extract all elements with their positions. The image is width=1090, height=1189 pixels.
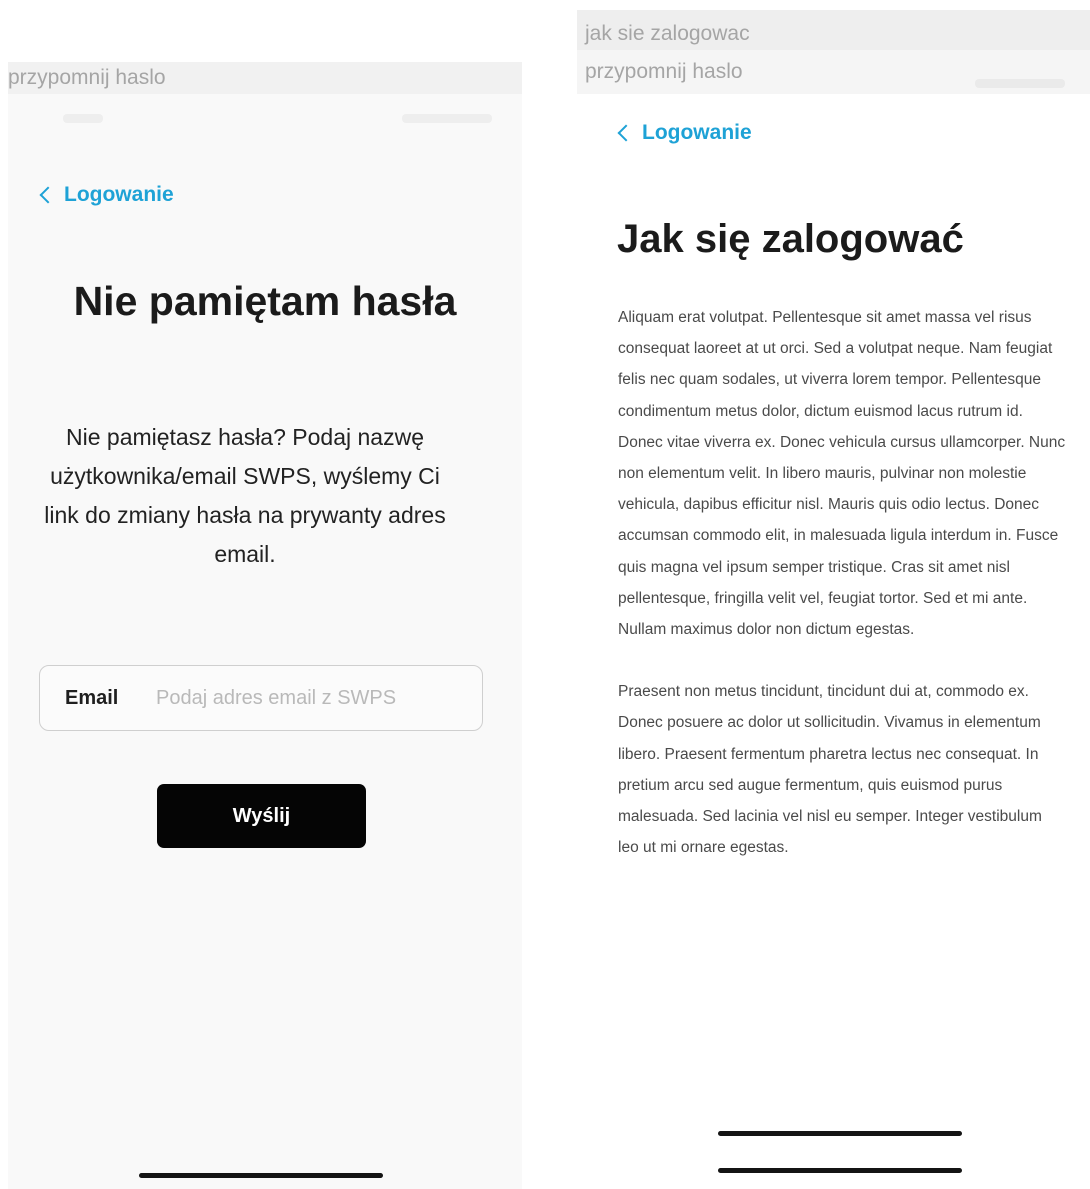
forgot-password-description: Nie pamiętasz hasła? Podaj nazwę użytkow… (44, 424, 446, 567)
article-paragraph: Aliquam erat volutpat. Pellentesque sit … (618, 309, 1066, 639)
article-paragraph: Praesent non metus tincidunt, tincidunt … (618, 683, 1042, 857)
forgot-password-screen (8, 94, 522, 1189)
chevron-left-icon (617, 124, 635, 142)
back-to-login-link[interactable]: Logowanie (616, 121, 752, 145)
back-to-login-link[interactable]: Logowanie (38, 183, 174, 207)
back-link-label: Logowanie (642, 121, 752, 144)
status-bar (8, 94, 522, 156)
right-screen-caption-top: jak sie zalogowac (585, 22, 750, 45)
home-indicator[interactable] (718, 1131, 962, 1136)
left-screen-caption: przypomnij haslo (8, 66, 166, 89)
send-button[interactable]: Wyślij (157, 784, 366, 848)
email-input[interactable] (156, 686, 446, 710)
status-time (63, 114, 103, 123)
article-body: Aliquam erat volutpat. Pellentesque sit … (618, 302, 1066, 894)
status-icons (402, 114, 492, 123)
page-title: Jak się zalogować (617, 217, 964, 261)
email-field[interactable]: Email (39, 665, 483, 731)
page-title: Nie pamiętam hasła (73, 278, 457, 324)
home-indicator[interactable] (139, 1173, 383, 1178)
chevron-left-icon (39, 186, 57, 204)
email-label: Email (65, 686, 119, 709)
right-screen-caption: przypomnij haslo (585, 60, 743, 83)
back-link-label: Logowanie (64, 183, 174, 206)
status-icons (975, 79, 1065, 88)
home-indicator[interactable] (718, 1168, 962, 1173)
